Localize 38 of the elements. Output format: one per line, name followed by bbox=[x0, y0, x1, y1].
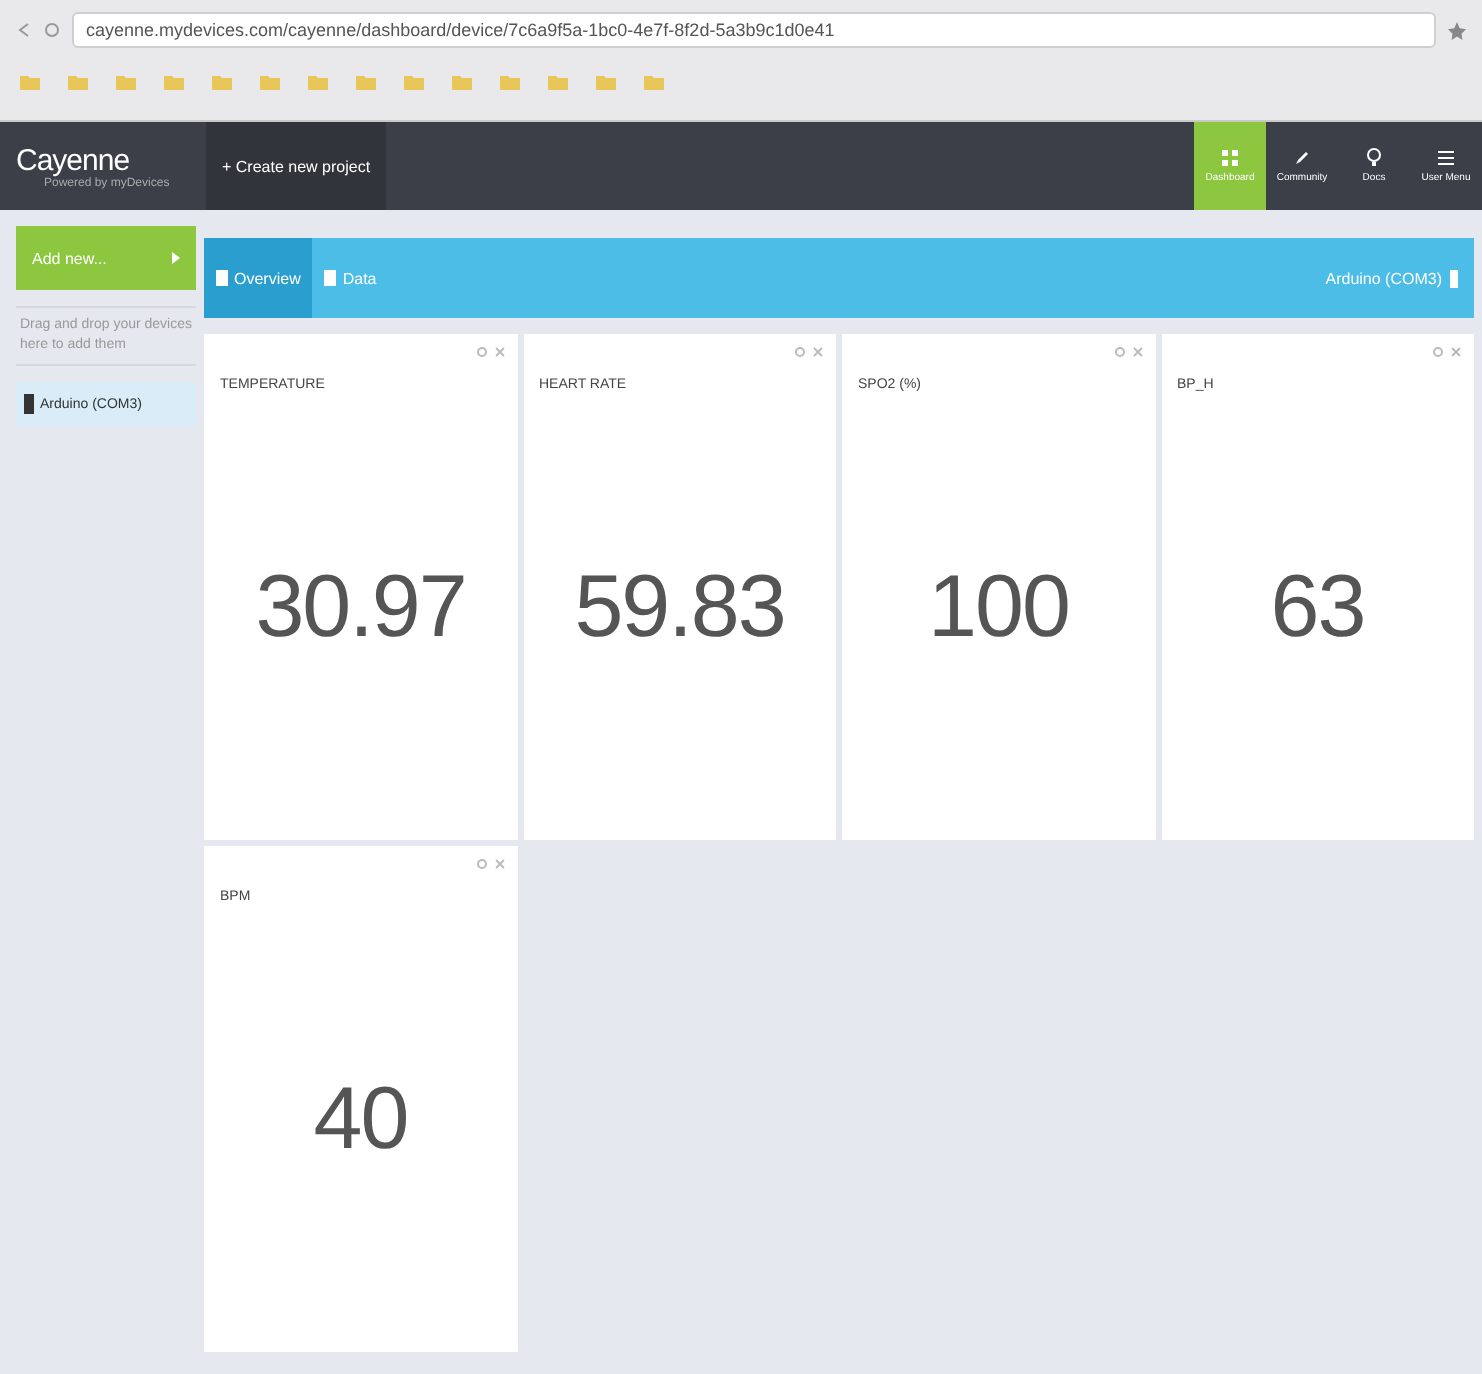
grid-icon bbox=[1222, 149, 1238, 165]
widget-value: 100 bbox=[928, 558, 1069, 658]
folder-icon[interactable] bbox=[356, 74, 376, 90]
bulb-icon bbox=[1366, 148, 1382, 166]
close-icon[interactable] bbox=[1450, 346, 1462, 358]
menu-icon bbox=[1438, 149, 1454, 165]
back-icon[interactable] bbox=[16, 22, 32, 38]
folder-icon[interactable] bbox=[452, 74, 472, 90]
folder-icon[interactable] bbox=[212, 74, 232, 90]
address-bar[interactable]: cayenne.mydevices.com/cayenne/dashboard/device/7c6a9f5a-1bc0-4e7f-8f2d-5a3b9c1d0e41 bbox=[72, 12, 1436, 48]
create-project-button[interactable]: + Create new project bbox=[206, 122, 387, 210]
widget-value: 63 bbox=[1270, 558, 1365, 658]
close-icon[interactable] bbox=[493, 858, 505, 870]
widget-value: 59.83 bbox=[574, 558, 785, 658]
logo[interactable]: Cayenne bbox=[16, 143, 206, 177]
folder-icon[interactable] bbox=[116, 74, 136, 90]
close-icon[interactable] bbox=[1131, 346, 1143, 358]
folder-icon[interactable] bbox=[644, 74, 664, 90]
page-icon bbox=[324, 270, 337, 286]
widget-value: 30.97 bbox=[255, 558, 466, 658]
close-icon[interactable] bbox=[493, 346, 505, 358]
page-icon bbox=[216, 270, 228, 286]
widget-value: 40 bbox=[313, 1070, 408, 1170]
folder-icon[interactable] bbox=[596, 74, 616, 90]
folder-icon[interactable] bbox=[68, 74, 88, 90]
folder-icon[interactable] bbox=[404, 74, 424, 90]
folder-icon[interactable] bbox=[308, 74, 328, 90]
chevron-icon bbox=[172, 252, 180, 264]
folder-icon[interactable] bbox=[548, 74, 568, 90]
device-icon bbox=[24, 394, 34, 414]
close-icon[interactable] bbox=[812, 346, 824, 358]
folder-icon[interactable] bbox=[260, 74, 280, 90]
folder-icon[interactable] bbox=[164, 74, 184, 90]
folder-icon[interactable] bbox=[500, 74, 520, 90]
pen-icon bbox=[1294, 149, 1310, 165]
reload-icon[interactable] bbox=[44, 22, 60, 38]
folder-icon[interactable] bbox=[20, 74, 40, 90]
star-icon[interactable] bbox=[1448, 21, 1466, 39]
